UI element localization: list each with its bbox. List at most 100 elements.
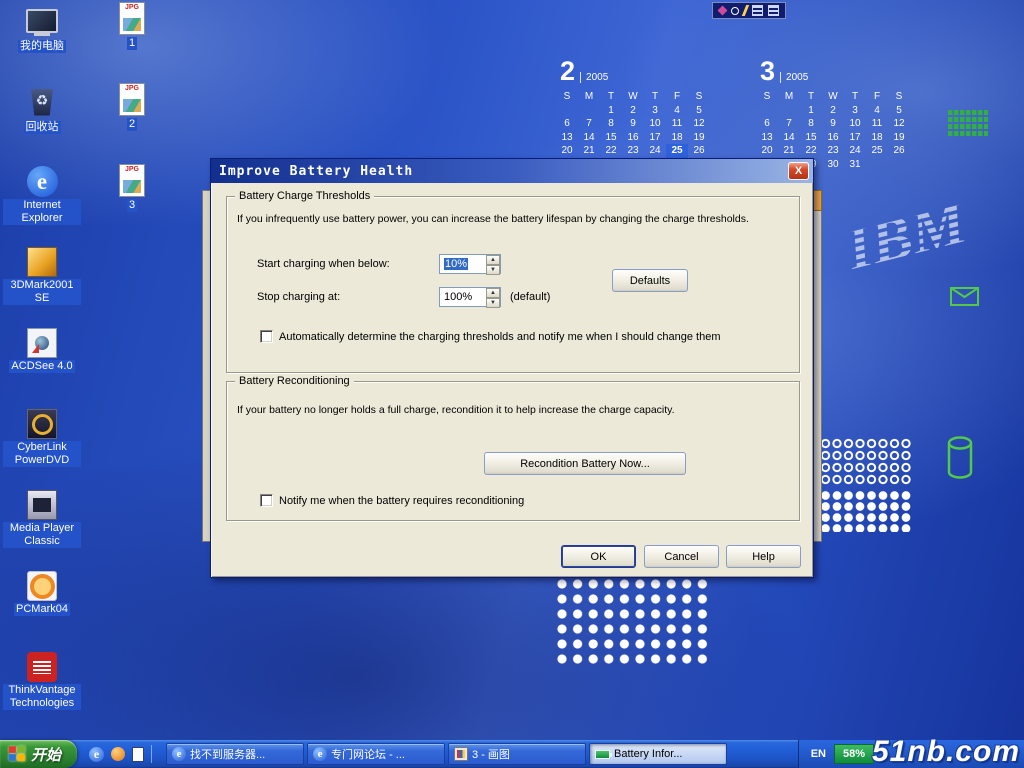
calendar-day: 8 [800, 117, 822, 131]
cancel-button[interactable]: Cancel [644, 545, 719, 568]
desktop-icon-jpg[interactable]: JPG3 [92, 164, 172, 245]
desktop-icon-computer[interactable]: 我的电脑 [2, 4, 82, 85]
calendar-day-header: S [888, 90, 910, 104]
calendar-day: 31 [844, 158, 866, 172]
desktop-icon-ie[interactable]: eInternet Explorer [2, 166, 82, 247]
desktop-icon-label: PCMark04 [14, 603, 70, 616]
language-indicator[interactable]: EN [811, 748, 826, 760]
calendar-day: 5 [688, 104, 710, 118]
status-icon-circle[interactable] [731, 7, 739, 15]
calendar-day [778, 104, 800, 118]
ie-icon: e [172, 747, 186, 761]
calendar-day: 16 [822, 131, 844, 145]
thinkvantage-icon [27, 652, 57, 682]
desktop-icon-pcmark[interactable]: PCMark04 [2, 571, 82, 652]
calendar-month-number: 2 [560, 56, 575, 86]
desktop-icon-mpc[interactable]: Media Player Classic [2, 490, 82, 571]
desktop-icon-jpg[interactable]: JPG2 [92, 83, 172, 164]
recondition-battery-button[interactable]: Recondition Battery Now... [484, 452, 686, 475]
checkbox-icon[interactable] [260, 494, 273, 507]
spin-up-icon[interactable]: ▲ [486, 255, 500, 265]
stop-charging-field[interactable]: 100% [440, 288, 486, 306]
pcmark-icon [27, 571, 57, 601]
auto-determine-checkbox[interactable]: Automatically determine the charging thr… [260, 330, 720, 343]
desktop-icon-label: Media Player Classic [3, 522, 81, 548]
powerdvd-icon [27, 409, 57, 439]
spin-down-icon[interactable]: ▼ [486, 298, 500, 308]
calendar-day [866, 158, 888, 172]
desktop-icon-acdsee[interactable]: ACDSee 4.0 [2, 328, 82, 409]
dialog-titlebar[interactable]: Improve Battery Health X [211, 159, 813, 183]
battery-charge-thresholds-group: Battery Charge Thresholds If you infrequ… [226, 196, 800, 373]
thresholds-description: If you infrequently use battery power, y… [237, 213, 749, 225]
calendar-day: 25 [666, 144, 688, 158]
recycle-icon: ♻ [25, 85, 59, 119]
desktop-icon-mark3d[interactable]: 3DMark2001 SE [2, 247, 82, 328]
calendar-march: 32005SMTWTFS1234567891011121314151617181… [756, 56, 916, 171]
taskbar-task-3[interactable]: 3 - 画图 [448, 743, 586, 765]
svg-text:IBM: IBM [839, 188, 975, 284]
stop-charging-spinner[interactable]: 100% ▲ ▼ [439, 287, 501, 307]
calendar-day: 10 [644, 117, 666, 131]
desktop-icon-recycle[interactable]: ♻回收站 [2, 85, 82, 166]
calendar-day: 4 [666, 104, 688, 118]
calendar-day: 14 [778, 131, 800, 145]
status-icon-grid-2[interactable] [768, 5, 779, 16]
calendar-day: 19 [888, 131, 910, 145]
desktop-icon-label: Internet Explorer [3, 199, 81, 225]
calendar-day: 8 [600, 117, 622, 131]
taskbar-task-1[interactable]: e找不到服务器... [166, 743, 304, 765]
desktop-icon-jpg[interactable]: JPG1 [92, 2, 172, 83]
calendar-day: 4 [866, 104, 888, 118]
start-button[interactable]: 开始 [0, 740, 77, 768]
desktop-icons-main: 我的电脑♻回收站eInternet Explorer3DMark2001 SEA… [2, 4, 82, 733]
desktop-icon-thinkvantage[interactable]: ThinkVantage Technologies [2, 652, 82, 733]
calendar-day: 2 [622, 104, 644, 118]
media-quicklaunch-icon[interactable] [111, 747, 125, 761]
calendar-day: 7 [578, 117, 600, 131]
calendar-day-header: T [800, 90, 822, 104]
calendar-day-header: S [688, 90, 710, 104]
ie-quicklaunch-icon[interactable]: e [89, 747, 104, 762]
start-charging-spinner[interactable]: 10% ▲ ▼ [439, 254, 501, 274]
top-status-bar [712, 2, 786, 19]
ok-button[interactable]: OK [561, 545, 636, 568]
group-legend-reconditioning: Battery Reconditioning [235, 375, 354, 388]
status-icon-diamond[interactable] [718, 6, 728, 16]
taskbar-task-2[interactable]: e专门网论坛 - ... [307, 743, 445, 765]
battery-icon [595, 750, 610, 759]
acdsee-icon [27, 328, 57, 358]
calendar-day [888, 158, 910, 172]
start-label: 开始 [31, 744, 61, 765]
ibm-logo: IBM [833, 175, 1002, 303]
calendar-day [556, 104, 578, 118]
desktop-icon-powerdvd[interactable]: CyberLink PowerDVD [2, 409, 82, 490]
status-icon-grid-1[interactable] [752, 5, 763, 16]
defaults-button[interactable]: Defaults [612, 269, 688, 292]
status-icon-power[interactable] [742, 5, 749, 16]
calendar-day: 14 [578, 131, 600, 145]
improve-battery-health-dialog: Improve Battery Health X Battery Charge … [210, 158, 814, 578]
checkbox-icon[interactable] [260, 330, 273, 343]
spin-up-icon[interactable]: ▲ [486, 288, 500, 298]
computer-icon [25, 4, 59, 38]
mpc-icon [27, 490, 57, 520]
calendar-day: 6 [756, 117, 778, 131]
calendar-day: 7 [778, 117, 800, 131]
stop-charging-label: Stop charging at: [257, 291, 340, 303]
calendar-month-number: 3 [760, 56, 775, 86]
spin-down-icon[interactable]: ▼ [486, 265, 500, 275]
task-label: 专门网论坛 - ... [331, 746, 405, 762]
calendar-day: 18 [666, 131, 688, 145]
calendar-month-header: 32005 [760, 56, 916, 86]
help-button[interactable]: Help [726, 545, 801, 568]
calendar-day: 3 [844, 104, 866, 118]
taskbar-task-4[interactable]: Battery Infor... [589, 743, 727, 765]
battery-reconditioning-group: Battery Reconditioning If your battery n… [226, 381, 800, 521]
calendar-day: 30 [822, 158, 844, 172]
close-icon[interactable]: X [788, 162, 809, 180]
start-charging-field[interactable]: 10% [440, 255, 486, 273]
page-quicklaunch-icon[interactable] [132, 747, 144, 762]
battery-indicator[interactable]: 58% [834, 744, 874, 764]
notify-reconditioning-checkbox[interactable]: Notify me when the battery requires reco… [260, 494, 524, 507]
